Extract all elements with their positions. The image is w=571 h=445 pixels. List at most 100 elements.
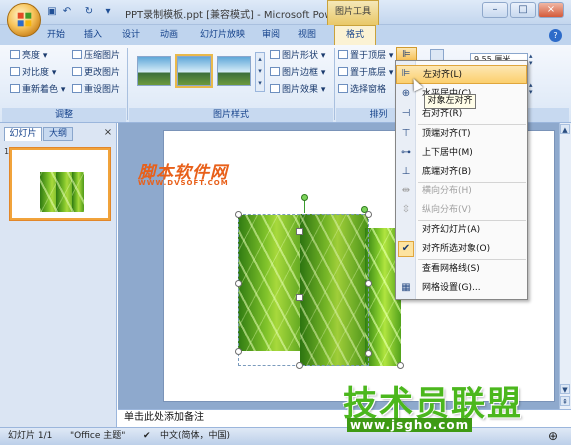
- rotate-handle[interactable]: [301, 194, 308, 201]
- office-logo-icon: [17, 12, 32, 27]
- tab-home[interactable]: 开始: [47, 25, 65, 45]
- slide-thumbnail[interactable]: [10, 148, 110, 220]
- align-center-icon: ⊕: [401, 88, 411, 99]
- menu-item-grid-settings[interactable]: 网格设置(G)...: [396, 279, 527, 298]
- vertical-scrollbar[interactable]: [559, 123, 571, 409]
- recolor-label: 重新着色 ▾: [22, 85, 66, 95]
- align-right-icon: ⊣: [401, 108, 411, 119]
- maximize-button[interactable]: □: [510, 2, 536, 18]
- watermark-url: WWW.DVSOFT.COM: [138, 179, 229, 187]
- scroll-up-icon[interactable]: ▲: [560, 124, 570, 134]
- office-button[interactable]: [7, 3, 41, 37]
- style-gallery-scroll[interactable]: ▴ ▾ ▾: [255, 52, 265, 92]
- resize-handle[interactable]: [296, 228, 303, 235]
- tab-review[interactable]: 审阅: [262, 25, 280, 45]
- height-spinner[interactable]: ▴ ▾: [529, 53, 538, 67]
- recolor-button[interactable]: 重新着色 ▾: [10, 83, 65, 97]
- effects-icon: [270, 84, 280, 93]
- align-left-icon: ⊫: [401, 68, 411, 79]
- theme-name: "Office 主题": [70, 431, 126, 441]
- picture-style-thumb[interactable]: [137, 56, 171, 86]
- menu-item-align-top[interactable]: 顶端对齐(T): [396, 125, 527, 144]
- resize-handle[interactable]: [397, 362, 404, 369]
- menu-item-align-middle[interactable]: 上下居中(M): [396, 144, 527, 163]
- shape-icon: [270, 50, 280, 59]
- picture-style-thumb[interactable]: [217, 56, 251, 86]
- tab-view[interactable]: 视图: [298, 25, 316, 45]
- bring-front-icon: [338, 50, 348, 59]
- resize-handle[interactable]: [365, 350, 372, 357]
- bring-to-front-label: 置于顶层 ▾: [350, 51, 394, 61]
- distribute-horizontal-icon: ⇹: [401, 185, 411, 196]
- panel-close-icon[interactable]: ×: [102, 127, 114, 139]
- undo-icon[interactable]: ↶: [60, 5, 74, 19]
- scroll-down-icon[interactable]: ▼: [560, 384, 570, 394]
- rotate-stem: [304, 199, 305, 213]
- selection-box: [238, 214, 369, 366]
- tab-slideshow[interactable]: 幻灯片放映: [200, 25, 245, 45]
- change-picture-button[interactable]: 更改图片: [72, 66, 120, 80]
- customize-toolbar-icon[interactable]: ▾: [101, 5, 115, 19]
- tab-design[interactable]: 设计: [122, 25, 140, 45]
- selection-pane-button[interactable]: 选择窗格: [338, 83, 386, 97]
- resize-handle[interactable]: [235, 280, 242, 287]
- resize-handle[interactable]: [235, 348, 242, 355]
- picture-effects-button[interactable]: 图片效果 ▾: [270, 83, 325, 97]
- resize-handle[interactable]: [296, 294, 303, 301]
- send-to-back-label: 置于底层 ▾: [350, 68, 394, 78]
- adjust-group-label: 调整: [2, 108, 126, 122]
- menu-item-align-to-slide[interactable]: 对齐幻灯片(A): [396, 221, 527, 240]
- compress-label: 压缩图片: [84, 51, 121, 61]
- tab-format[interactable]: 格式: [334, 25, 376, 45]
- window-title: PPT录制模板.ppt [兼容模式] - Microsoft PowerP...: [125, 10, 357, 21]
- watermark-brand-url: www.jsgho.com: [347, 418, 473, 432]
- resize-handle[interactable]: [296, 362, 303, 369]
- tab-outline[interactable]: 大纲: [43, 127, 73, 141]
- menu-item-align-selected[interactable]: 对齐所选对象(O): [396, 240, 527, 259]
- prev-slide-icon[interactable]: ⇞: [560, 396, 570, 406]
- align-top-icon: ⊤: [401, 128, 411, 139]
- change-picture-icon: [72, 67, 82, 76]
- check-icon: ✔: [398, 241, 414, 257]
- group-separator: [334, 48, 335, 120]
- slide-number: 1: [4, 147, 10, 156]
- resize-handle[interactable]: [365, 211, 372, 218]
- send-back-icon: [338, 67, 348, 76]
- save-icon[interactable]: ▣: [45, 5, 59, 19]
- close-button[interactable]: ×: [538, 2, 564, 18]
- width-spinner[interactable]: ▴ ▾: [529, 82, 538, 96]
- zoom-in-icon[interactable]: ⊕: [548, 429, 558, 443]
- change-picture-label: 更改图片: [84, 68, 121, 78]
- picture-shape-button[interactable]: 图片形状 ▾: [270, 49, 325, 63]
- resize-handle[interactable]: [235, 211, 242, 218]
- slide-counter: 幻灯片 1/1: [8, 431, 53, 441]
- menu-item-view-gridlines[interactable]: 查看网格线(S): [396, 260, 527, 279]
- selection-pane-label: 选择窗格: [350, 85, 387, 95]
- redo-icon[interactable]: ↻: [82, 5, 96, 19]
- tab-insert[interactable]: 插入: [84, 25, 102, 45]
- picture-shape-label: 图片形状 ▾: [282, 51, 326, 61]
- picture-styles-group-label: 图片样式: [129, 108, 333, 122]
- grid-icon: ▦: [401, 282, 411, 293]
- menu-item-distribute-horizontal: 横向分布(H): [422, 186, 472, 196]
- tab-animation[interactable]: 动画: [160, 25, 178, 45]
- bring-to-front-button[interactable]: 置于顶层 ▾: [338, 49, 393, 63]
- picture-effects-label: 图片效果 ▾: [282, 85, 326, 95]
- reset-picture-button[interactable]: 重设图片: [72, 83, 120, 97]
- help-icon[interactable]: ?: [549, 29, 562, 42]
- picture-border-button[interactable]: 图片边框 ▾: [270, 66, 325, 80]
- contrast-button[interactable]: 对比度 ▾: [10, 66, 56, 80]
- brightness-button[interactable]: 亮度 ▾: [10, 49, 47, 63]
- spellcheck-icon[interactable]: ✔: [143, 429, 151, 443]
- menu-item-align-bottom[interactable]: 底端对齐(B): [396, 163, 527, 182]
- compress-icon: [72, 50, 82, 59]
- send-to-back-button[interactable]: 置于底层 ▾: [338, 66, 393, 80]
- compress-pictures-button[interactable]: 压缩图片: [72, 49, 120, 63]
- language[interactable]: 中文(简体，中国): [160, 429, 230, 443]
- resize-handle[interactable]: [365, 280, 372, 287]
- minimize-button[interactable]: –: [482, 2, 508, 18]
- selection-pane-icon: [338, 84, 348, 93]
- tab-slides[interactable]: 幻灯片: [4, 127, 42, 141]
- distribute-vertical-icon: ⇳: [401, 204, 411, 215]
- picture-style-thumb[interactable]: [175, 54, 213, 88]
